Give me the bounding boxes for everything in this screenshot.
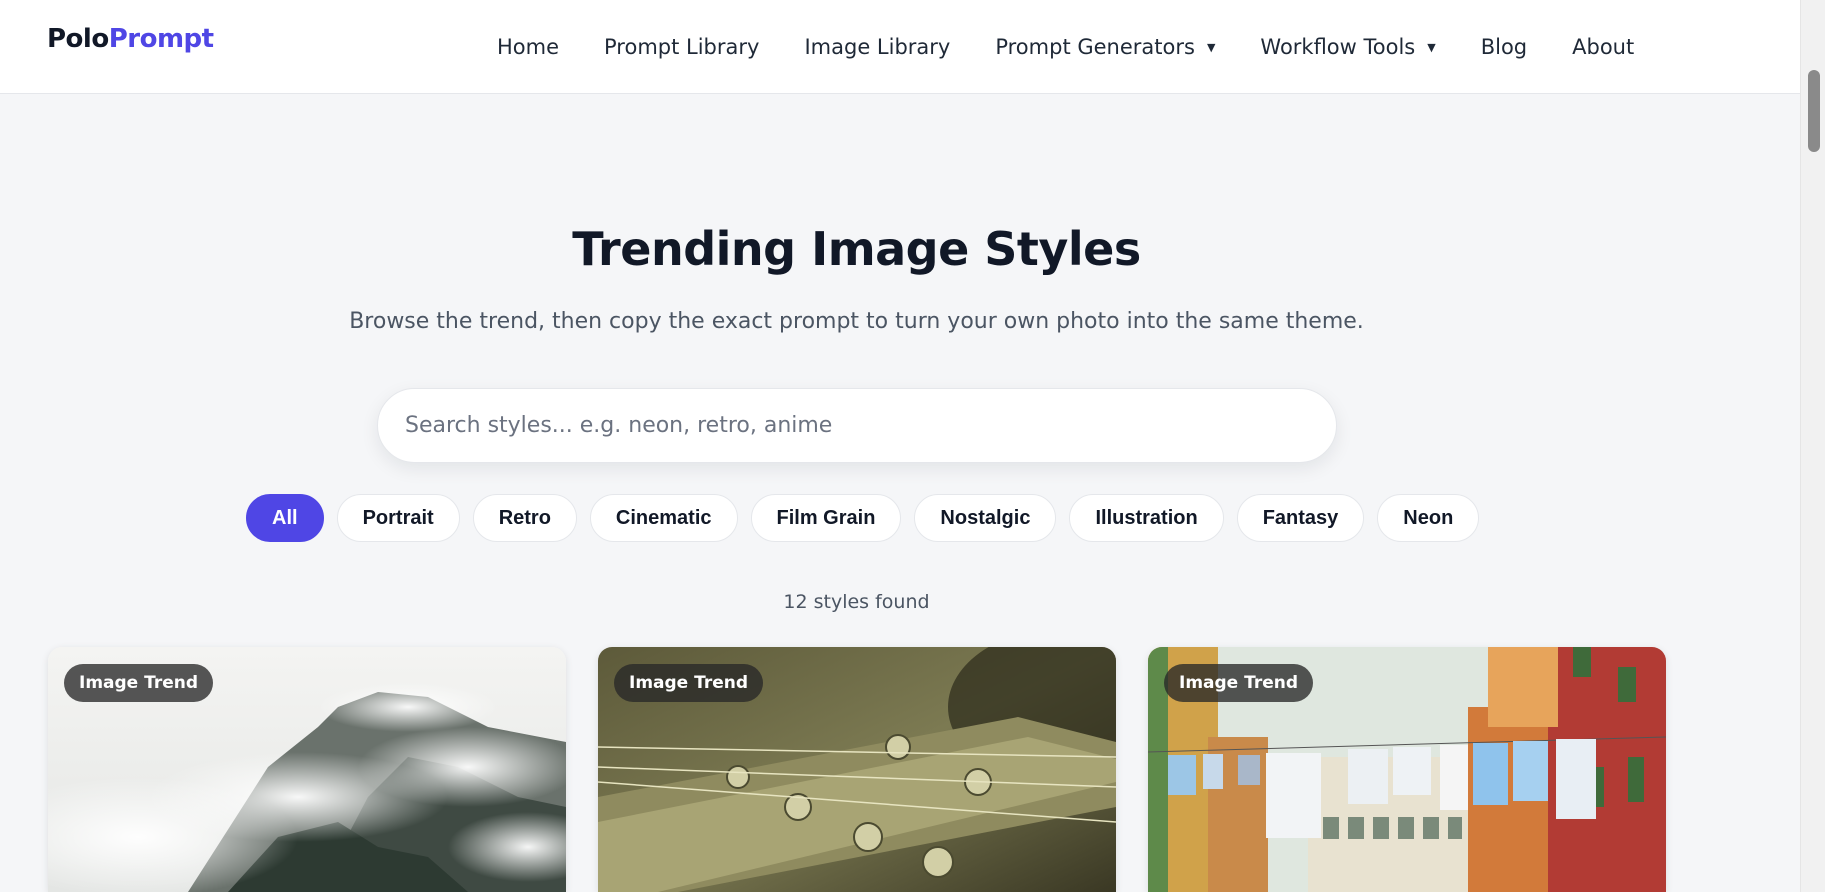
scrollbar-thumb[interactable] [1808,70,1820,152]
filter-chip-retro[interactable]: Retro [472,494,577,542]
logo-part-prompt: Prompt [108,24,214,54]
site-header: PoloPrompt Home Prompt Library Image Lib… [0,0,1800,94]
nav-prompt-library-label: Prompt Library [604,35,760,59]
nav-blog-label: Blog [1480,35,1528,59]
site-logo[interactable]: PoloPrompt [47,24,214,54]
filter-chip-cinematic[interactable]: Cinematic [589,494,738,542]
nav-about[interactable]: About [1572,35,1634,59]
filter-chip-nostalgic[interactable]: Nostalgic [914,494,1057,542]
search-input[interactable] [405,413,1336,438]
card-badge: Image Trend [614,664,764,702]
page-title: Trending Image Styles [572,222,1141,276]
nav-workflow-tools-label: Workflow Tools [1260,35,1416,59]
caret-down-icon: ▼ [1206,40,1216,54]
filter-chips: All Portrait Retro Cinematic Film Grain … [246,494,1492,542]
main-nav: Home Prompt Library Image Library Prompt… [497,0,1634,94]
page-subtitle: Browse the trend, then copy the exact pr… [349,309,1364,334]
style-card[interactable]: Image Trend [48,647,566,892]
results-count: 12 styles found [783,591,930,613]
style-card[interactable]: Image Trend [598,647,1116,892]
search-bar [377,388,1337,463]
filter-chip-film-grain[interactable]: Film Grain [750,494,902,542]
nav-prompt-generators[interactable]: Prompt Generators ▼ [995,35,1215,59]
filter-chip-illustration[interactable]: Illustration [1069,494,1224,542]
style-card[interactable]: Image Trend [1148,647,1666,892]
card-badge: Image Trend [1164,664,1314,702]
nav-workflow-tools[interactable]: Workflow Tools ▼ [1260,35,1435,59]
card-badge: Image Trend [64,664,214,702]
nav-about-label: About [1572,35,1635,59]
filter-chip-fantasy[interactable]: Fantasy [1236,494,1365,542]
nav-image-library-label: Image Library [804,35,951,59]
logo-part-polo: Polo [47,24,109,54]
filter-chip-portrait[interactable]: Portrait [336,494,460,542]
nav-prompt-library[interactable]: Prompt Library [604,35,759,59]
nav-blog[interactable]: Blog [1481,35,1527,59]
page-scrollbar[interactable] [1800,0,1825,892]
nav-prompt-generators-label: Prompt Generators [995,35,1195,59]
nav-image-library[interactable]: Image Library [804,35,950,59]
filter-chip-neon[interactable]: Neon [1377,494,1480,542]
nav-home[interactable]: Home [497,35,559,59]
nav-home-label: Home [497,35,560,59]
filter-chip-all[interactable]: All [246,494,324,542]
caret-down-icon: ▼ [1427,40,1436,54]
